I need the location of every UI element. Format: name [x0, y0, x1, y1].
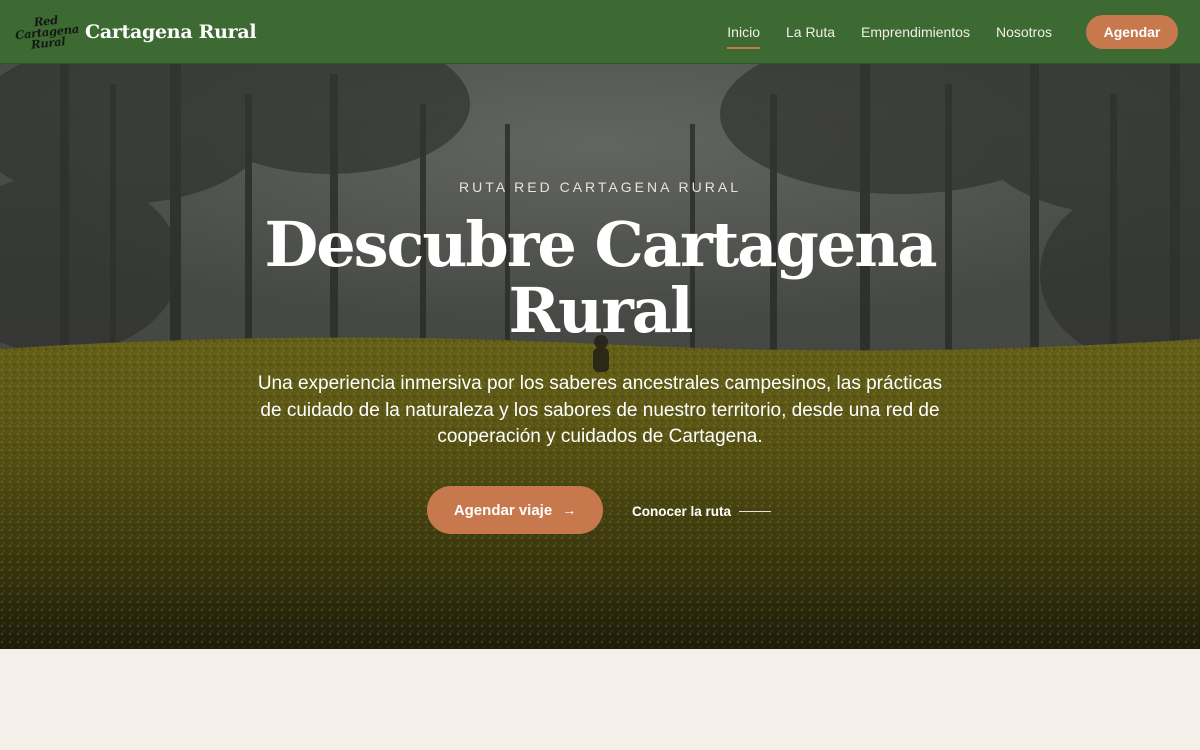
- line-decoration: [739, 510, 772, 512]
- hero-title: Descubre Cartagena Rural: [0, 212, 1200, 344]
- brand-name[interactable]: Cartagena Rural: [85, 21, 257, 43]
- arrow-right-icon: →: [562, 502, 577, 518]
- nav-item-emprendimientos[interactable]: Emprendimientos: [861, 20, 970, 44]
- nav-item-la-ruta[interactable]: La Ruta: [786, 20, 835, 44]
- agendar-viaje-label: Agendar viaje: [453, 501, 553, 519]
- hero-overlay: [0, 64, 1200, 649]
- brand-logo[interactable]: Red Cartagena Rural: [14, 7, 79, 56]
- hero-section: RUTA RED CARTAGENA RURAL Descubre Cartag…: [0, 64, 1200, 649]
- content-section: [0, 649, 1200, 750]
- hero-description: Una experiencia inmersiva por los sabere…: [257, 373, 943, 447]
- conocer-la-ruta-link[interactable]: Conocer la ruta: [632, 501, 772, 521]
- hero-title-line-1: Descubre Cartagena: [264, 208, 937, 281]
- hero-title-line-2: Rural: [508, 274, 694, 347]
- main-nav: Inicio La Ruta Emprendimientos Nosotros …: [727, 14, 1178, 49]
- agendar-viaje-button[interactable]: Agendar viaje →: [427, 486, 603, 534]
- conocer-la-ruta-label: Conocer la ruta: [632, 503, 732, 519]
- agendar-button[interactable]: Agendar: [1086, 14, 1178, 49]
- top-navbar: Red Cartagena Rural Cartagena Rural Inic…: [0, 0, 1200, 64]
- nav-item-nosotros[interactable]: Nosotros: [996, 20, 1052, 44]
- logo-line-3: Rural: [30, 33, 66, 51]
- hero-eyebrow: RUTA RED CARTAGENA RURAL: [458, 179, 742, 195]
- nav-item-inicio[interactable]: Inicio: [727, 20, 760, 49]
